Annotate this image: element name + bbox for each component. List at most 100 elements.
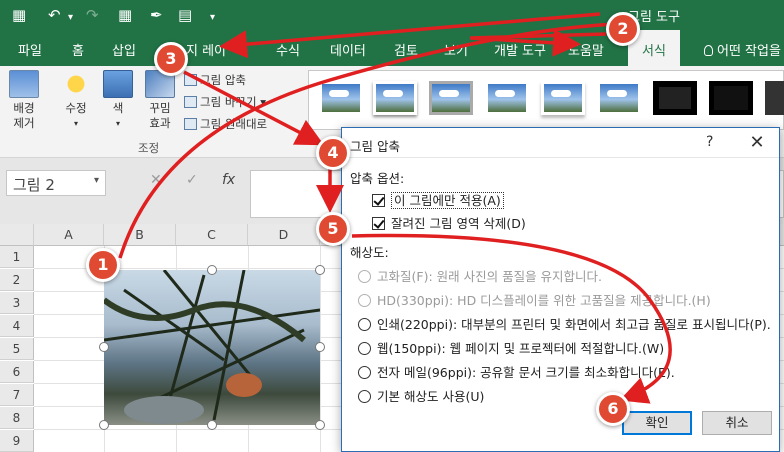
- corrections-button[interactable]: 수정 ▾: [56, 70, 96, 131]
- tab-formulas[interactable]: 수식: [276, 40, 300, 59]
- resolution-default-radio[interactable]: 기본 해상도 사용(U): [358, 386, 484, 405]
- step-badge-4: 4: [316, 136, 350, 170]
- sun-icon: [61, 70, 91, 98]
- resolution-option-label: 웹(150ppi): 웹 페이지 및 프로젝터에 적절합니다.(W): [377, 341, 665, 356]
- dialog-title-bar: 그림 압축 ? ✕: [342, 128, 779, 158]
- step-badge-2: 2: [606, 12, 640, 46]
- resize-handle[interactable]: [207, 265, 217, 275]
- resolution-hd-radio[interactable]: HD(330ppi): HD 디스플레이를 위한 고품질을 제공합니다.(H): [358, 290, 711, 309]
- row-header-1[interactable]: 1: [0, 246, 34, 268]
- tell-me-search[interactable]: 어떤 작업을: [704, 40, 781, 59]
- undo-icon[interactable]: ↶: [48, 6, 61, 24]
- resolution-option-label: 기본 해상도 사용(U): [377, 389, 485, 404]
- customize-qat-icon[interactable]: ▾: [210, 9, 215, 27]
- tab-data[interactable]: 데이터: [330, 40, 366, 59]
- picture-style-thumb[interactable]: [373, 81, 417, 115]
- close-button[interactable]: ✕: [742, 131, 772, 155]
- cancel-formula-icon[interactable]: ✕: [150, 172, 162, 188]
- change-picture-label: 그림 바꾸기: [200, 95, 257, 109]
- corrections-label: 수정: [65, 101, 87, 115]
- help-button[interactable]: ?: [706, 134, 713, 150]
- tab-insert[interactable]: 삽입: [112, 40, 136, 59]
- row-header-4[interactable]: 4: [0, 315, 34, 337]
- selected-picture[interactable]: [104, 270, 320, 425]
- insert-function-button[interactable]: fx: [222, 172, 235, 188]
- ribbon-tabs: 파일 홈 삽입 지 레이 수식 데이터 검토 보기 개발 도구 도움말 서식 어…: [0, 30, 784, 66]
- tab-review[interactable]: 검토: [394, 40, 418, 59]
- delete-cropped-checkbox[interactable]: 잘려진 그림 영역 삭제(D): [372, 213, 526, 232]
- tab-developer[interactable]: 개발 도구: [494, 40, 546, 59]
- artistic-effects-button[interactable]: 꾸밈 효과: [140, 70, 180, 131]
- lightbulb-icon: [704, 45, 713, 56]
- row-header-5[interactable]: 5: [0, 338, 34, 360]
- cancel-button[interactable]: 취소: [702, 411, 772, 435]
- column-header-c[interactable]: C: [176, 224, 248, 246]
- row-header-2[interactable]: 2: [0, 269, 34, 291]
- table-icon[interactable]: ▦: [118, 6, 132, 24]
- resolution-web-radio[interactable]: 웹(150ppi): 웹 페이지 및 프로젝터에 적절합니다.(W): [358, 338, 664, 357]
- picture-style-thumb[interactable]: [429, 81, 473, 115]
- ok-button[interactable]: 확인: [622, 411, 692, 435]
- picture-style-thumb[interactable]: [653, 81, 697, 115]
- column-header-b[interactable]: B: [104, 224, 176, 246]
- compress-pictures-dialog: 그림 압축 ? ✕ 압축 옵션: 이 그림에만 적용(A) 잘려진 그림 영역 …: [341, 127, 780, 452]
- resize-handle[interactable]: [315, 420, 325, 430]
- resolution-print-radio[interactable]: 인쇄(220ppi): 대부분의 프린터 및 화면에서 최고급 품질로 표시됩니…: [358, 314, 771, 333]
- compress-pictures-button[interactable]: 그림 압축: [184, 72, 246, 88]
- name-box[interactable]: 그림 2 ▾: [6, 170, 106, 196]
- reset-picture-icon: [184, 118, 197, 130]
- column-header-d[interactable]: D: [248, 224, 320, 246]
- picture-style-thumb[interactable]: [485, 81, 529, 115]
- chevron-down-icon[interactable]: ▾: [94, 175, 99, 186]
- step-badge-5: 5: [316, 212, 350, 246]
- checkbox-checked-icon: [372, 217, 385, 230]
- name-box-value: 그림 2: [13, 176, 55, 194]
- resolution-email-radio[interactable]: 전자 메일(96ppi): 공유할 문서 크기를 최소화합니다(E).: [358, 362, 675, 381]
- tab-view[interactable]: 보기: [444, 40, 468, 59]
- row-header-6[interactable]: 6: [0, 361, 34, 383]
- resolution-label: 해상도:: [350, 245, 389, 260]
- remove-background-button[interactable]: 배경 제거: [4, 70, 44, 131]
- select-all-corner[interactable]: [0, 224, 34, 246]
- dialog-title: 그림 압축: [350, 139, 400, 154]
- step-badge-6: 6: [596, 392, 630, 426]
- resize-handle[interactable]: [207, 420, 217, 430]
- picture-styles-gallery: [308, 70, 784, 130]
- tab-file[interactable]: 파일: [18, 40, 42, 59]
- checkbox-checked-icon: [372, 194, 385, 207]
- resize-handle[interactable]: [99, 342, 109, 352]
- resize-handle[interactable]: [315, 342, 325, 352]
- change-picture-button[interactable]: 그림 바꾸기 ▾: [184, 94, 266, 110]
- color-label: 색: [112, 101, 124, 115]
- resize-handle[interactable]: [99, 420, 109, 430]
- resize-handle[interactable]: [315, 265, 325, 275]
- radio-icon: [358, 342, 371, 355]
- apply-only-checkbox[interactable]: 이 그림에만 적용(A): [372, 190, 504, 209]
- color-button[interactable]: 색 ▾: [100, 70, 136, 131]
- tab-help[interactable]: 도움말: [568, 40, 604, 59]
- tab-page-layout[interactable]: 지 레이: [186, 40, 226, 59]
- redo-icon[interactable]: ↷: [86, 6, 99, 24]
- row-header-8[interactable]: 8: [0, 407, 34, 429]
- step-badge-1: 1: [86, 248, 120, 282]
- resolution-option-label: HD(330ppi): HD 디스플레이를 위한 고품질을 제공합니다.(H): [377, 293, 711, 308]
- print-preview-icon[interactable]: ▤: [178, 6, 192, 24]
- resolution-option-label: 전자 메일(96ppi): 공유할 문서 크기를 최소화합니다(E).: [377, 365, 675, 380]
- row-header-7[interactable]: 7: [0, 384, 34, 406]
- reset-picture-label: 그림 원래대로: [200, 117, 268, 131]
- save-icon[interactable]: ▦: [12, 6, 26, 24]
- row-header-9[interactable]: 9: [0, 430, 34, 452]
- resolution-high-fidelity-radio[interactable]: 고화질(F): 원래 사진의 품질을 유지합니다.: [358, 266, 602, 285]
- picture-style-thumb[interactable]: [541, 81, 585, 115]
- tab-home[interactable]: 홈: [72, 40, 84, 59]
- row-header-3[interactable]: 3: [0, 292, 34, 314]
- picture-style-thumb[interactable]: [597, 81, 641, 115]
- picture-style-thumb[interactable]: [765, 81, 784, 115]
- column-header-a[interactable]: A: [34, 224, 104, 246]
- reset-picture-button[interactable]: 그림 원래대로: [184, 116, 267, 132]
- picture-style-thumb[interactable]: [319, 81, 363, 115]
- picture-style-thumb[interactable]: [709, 81, 753, 115]
- confirm-formula-icon[interactable]: ✓: [186, 172, 198, 188]
- format-painter-icon[interactable]: ✒: [150, 6, 163, 24]
- undo-dropdown-icon[interactable]: ▾: [68, 9, 73, 27]
